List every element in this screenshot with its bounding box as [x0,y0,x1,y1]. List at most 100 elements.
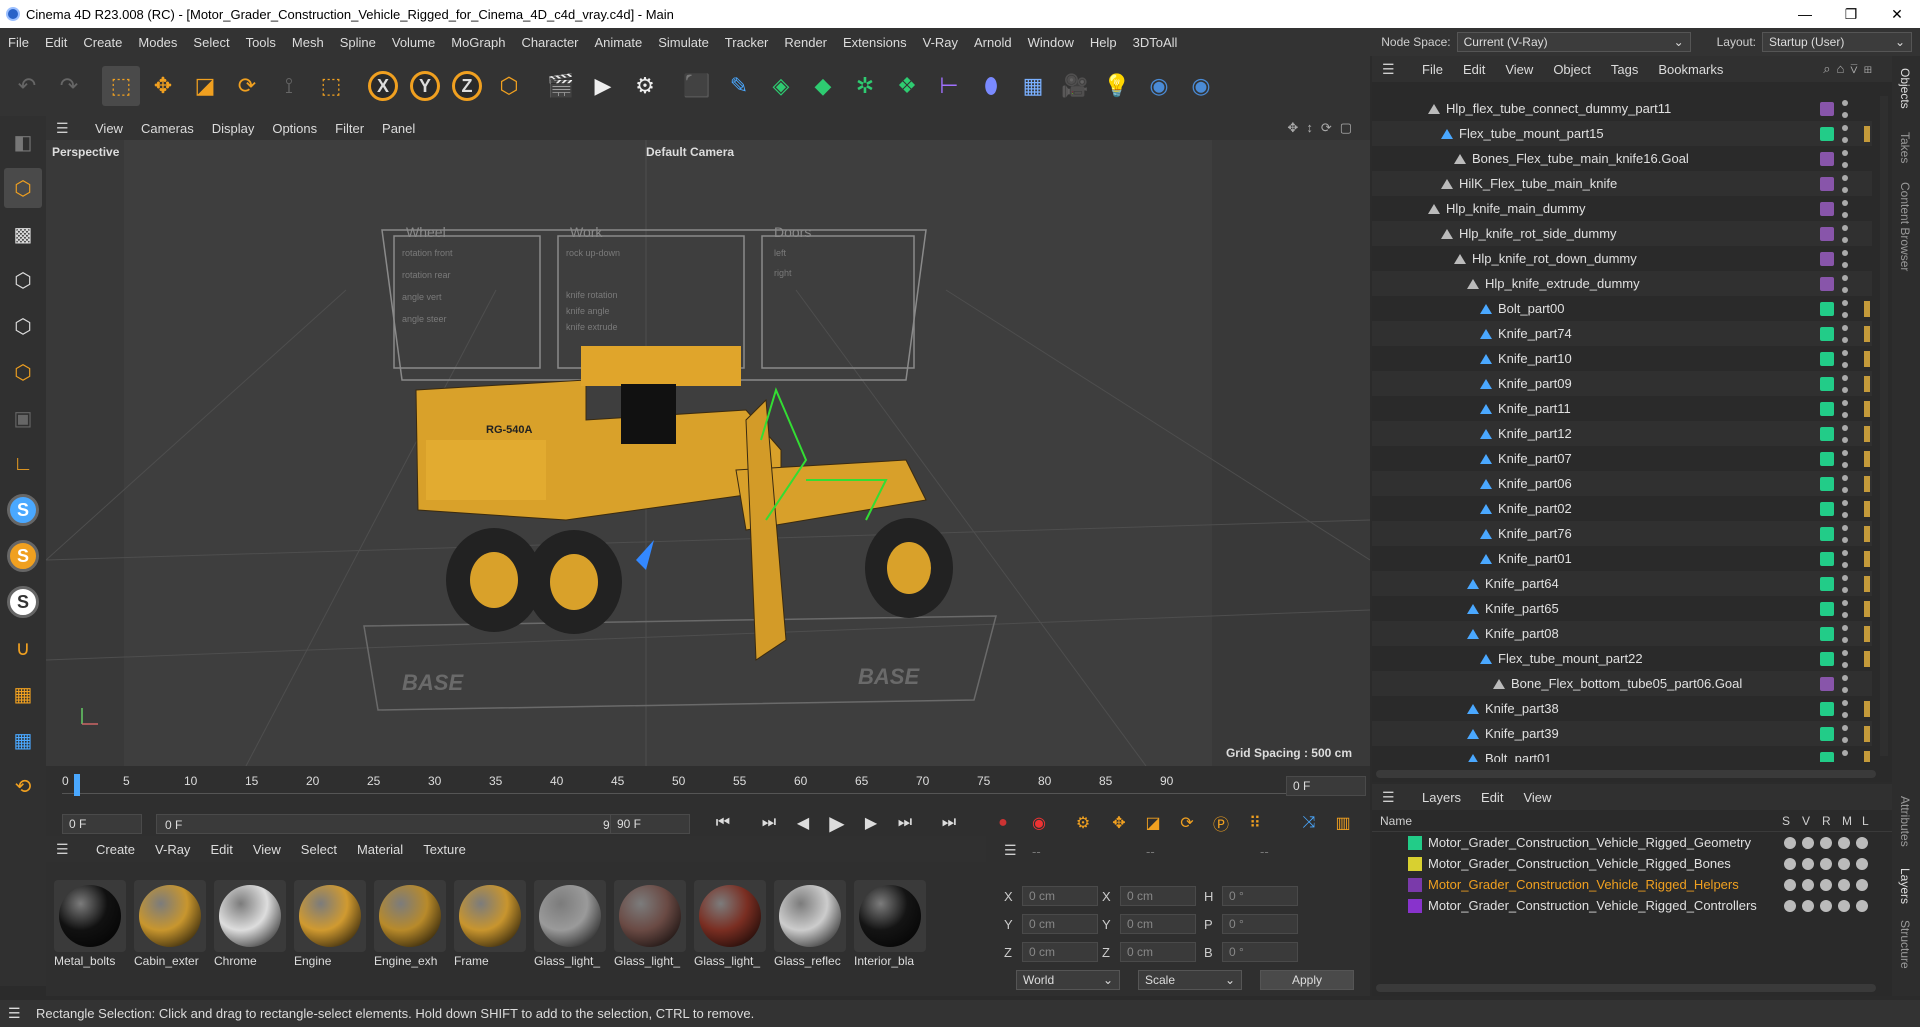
layer-name[interactable]: Motor_Grader_Construction_Vehicle_Rigged… [1428,835,1751,850]
start-frame-field[interactable]: 0 F [62,814,142,834]
material-tag-icon[interactable] [1864,450,1870,467]
layer-color-swatch[interactable] [1408,898,1422,913]
python-icon[interactable]: ◉ [1140,66,1178,106]
visibility-dots-icon[interactable] [1842,399,1848,418]
side-tab-attributes[interactable]: Attributes [1898,796,1912,847]
menu-mesh[interactable]: Mesh [284,35,332,50]
scale-icon[interactable]: ◪ [186,66,224,106]
material-tag-icon[interactable] [1864,625,1870,642]
menu-help[interactable]: Help [1082,35,1125,50]
visibility-dots-icon[interactable] [1842,274,1848,293]
layer-color-chip[interactable] [1820,401,1834,416]
object-name[interactable]: Knife_part65 [1485,601,1559,616]
material-menu-edit[interactable]: Edit [200,842,242,857]
material-swatch[interactable]: Metal_bolts [54,880,126,970]
visibility-dots-icon[interactable] [1842,474,1848,493]
object-row[interactable]: Hlp_knife_extrude_dummy [1372,271,1872,296]
coordinate-system-icon[interactable]: ⬡ [490,66,528,106]
polygons-mode-icon[interactable]: ⬡ [4,352,42,392]
make-editable-icon[interactable]: ◧ [4,122,42,162]
coord-value-field[interactable]: 0 cm [1120,914,1196,934]
z-axis-icon[interactable]: Z [448,66,486,106]
object-name[interactable]: Knife_part02 [1498,501,1572,516]
object-name[interactable]: Bolt_part01 [1485,751,1552,762]
object-name[interactable]: Hlp_flex_tube_connect_dummy_part11 [1446,101,1671,116]
layer-color-chip[interactable] [1820,426,1834,441]
object-name[interactable]: Knife_part01 [1498,551,1572,566]
object-name[interactable]: Knife_part06 [1498,476,1572,491]
layer-flag-icons[interactable] [1784,857,1868,870]
material-swatch[interactable]: Frame [454,880,526,970]
next-frame-icon[interactable]: ▶ [858,810,884,836]
object-row[interactable]: Knife_part01 [1372,546,1872,571]
field-icon[interactable]: ⬮ [972,66,1010,106]
viewport-navigation-icons[interactable]: ✥↕⟳▢ [1287,120,1360,136]
viewport-menu-cameras[interactable]: Cameras [132,121,203,136]
visibility-dots-icon[interactable] [1842,374,1848,393]
timeline-window-icon[interactable]: ▥ [1330,810,1356,836]
material-tag-icon[interactable] [1864,525,1870,542]
layer-color-chip[interactable] [1820,101,1834,116]
hamburger-icon[interactable]: ☰ [1382,789,1395,806]
minimize-button[interactable]: — [1782,0,1828,28]
material-tag-icon[interactable] [1864,550,1870,567]
object-name[interactable]: Knife_part08 [1485,626,1559,641]
layer-color-chip[interactable] [1820,626,1834,641]
object-row[interactable]: Knife_part02 [1372,496,1872,521]
hamburger-icon[interactable]: ☰ [56,841,69,858]
material-tag-icon[interactable] [1864,350,1870,367]
layer-color-chip[interactable] [1820,326,1834,341]
key-position-icon[interactable]: ✥ [1106,810,1132,836]
viewport-menu-panel[interactable]: Panel [373,121,424,136]
object-row[interactable]: Knife_part06 [1372,471,1872,496]
object-row[interactable]: Knife_part64 [1372,571,1872,596]
object-row[interactable]: Knife_part11 [1372,396,1872,421]
material-tag-icon[interactable] [1864,300,1870,317]
python-generator-icon[interactable]: ◉ [1182,66,1220,106]
object-row[interactable]: Knife_part09 [1372,371,1872,396]
layer-row[interactable]: Motor_Grader_Construction_Vehicle_Rigged… [1372,853,1892,874]
side-tab-layers[interactable]: Layers [1898,868,1912,904]
object-name[interactable]: Knife_part38 [1485,701,1559,716]
points-mode-icon[interactable]: ⬡ [4,260,42,300]
menu-simulate[interactable]: Simulate [650,35,717,50]
object-horizontal-scrollbar[interactable] [1376,770,1876,778]
current-frame-field[interactable]: 0 F [1286,776,1366,796]
menu-vray[interactable]: V-Ray [915,35,966,50]
object-row[interactable]: Knife_part65 [1372,596,1872,621]
hamburger-icon[interactable]: ☰ [1004,842,1017,859]
coord-value-field[interactable]: 0 cm [1120,886,1196,906]
menu-select[interactable]: Select [185,35,237,50]
visibility-dots-icon[interactable] [1842,674,1848,693]
light-icon[interactable]: 💡 [1098,66,1136,106]
object-name[interactable]: Knife_part76 [1498,526,1572,541]
object-name[interactable]: Hlp_knife_extrude_dummy [1485,276,1640,291]
axis-mode-icon[interactable]: ∟ [4,444,42,484]
texture-mode-icon[interactable]: ▩ [4,214,42,254]
material-tag-icon[interactable] [1864,425,1870,442]
material-tag-icon[interactable] [1864,125,1870,142]
redo-icon[interactable]: ↷ [50,66,88,106]
viewport-menu-view[interactable]: View [86,121,132,136]
mograph-icon[interactable]: ❖ [888,66,926,106]
object-row[interactable]: Bones_Flex_tube_main_knife16.Goal [1372,146,1872,171]
layer-color-chip[interactable] [1820,251,1834,266]
coord-transform-dropdown[interactable]: Scale ⌄ [1138,970,1242,990]
menu-tools[interactable]: Tools [238,35,284,50]
side-tab-objects[interactable]: Objects [1898,68,1912,109]
record-keys-icon[interactable]: ● [990,810,1016,836]
object-name[interactable]: Hlp_knife_rot_down_dummy [1472,251,1637,266]
visibility-dots-icon[interactable] [1842,249,1848,268]
layer-color-chip[interactable] [1820,376,1834,391]
object-name[interactable]: Knife_part39 [1485,726,1559,741]
layer-flag-icons[interactable] [1784,878,1868,891]
coord-value-field[interactable]: 0 cm [1022,914,1098,934]
side-tab-content-browser[interactable]: Content Browser [1898,182,1912,271]
live-selection-icon[interactable]: ⬚ [312,66,350,106]
material-tag-icon[interactable] [1864,325,1870,342]
cloner-icon[interactable]: ✲ [846,66,884,106]
layer-color-chip[interactable] [1820,701,1834,716]
menu-arnold[interactable]: Arnold [966,35,1020,50]
quantize-icon[interactable]: ⟲ [4,766,42,806]
object-row[interactable]: Knife_part08 [1372,621,1872,646]
